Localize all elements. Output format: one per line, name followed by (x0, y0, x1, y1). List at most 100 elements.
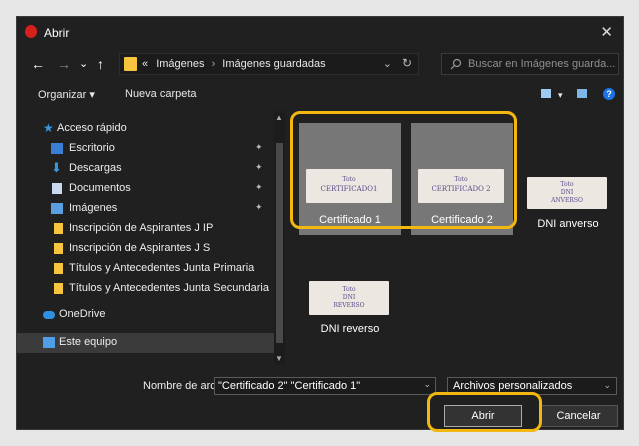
thumbnail-text: Toto (342, 286, 356, 293)
scroll-thumb[interactable] (276, 143, 283, 343)
file-type-dropdown-icon[interactable]: ⌄ (603, 380, 611, 391)
sidebar-item-pictures[interactable]: Imágenes ✦ (17, 199, 282, 219)
opera-app-icon (25, 25, 37, 38)
address-bar[interactable]: « Imágenes › Imágenes guardadas ⌄ ↻ (119, 53, 419, 75)
thumbnail-text: Toto (560, 181, 574, 188)
thumbnail-text: Toto (342, 176, 356, 183)
thumbnail-text: DNI (342, 294, 356, 301)
sidebar-item-quick-access[interactable]: ★ Acceso rápido (17, 119, 282, 139)
file-item-certificado-2[interactable]: Toto CERTIFICADO 2 Certificado 2 (411, 123, 513, 235)
document-icon (52, 183, 62, 194)
folder-icon (54, 223, 63, 234)
thumbnail-text: CERTIFICADO1 (320, 185, 378, 193)
pin-icon: ✦ (255, 182, 263, 192)
dialog-title: Abrir (44, 26, 70, 40)
sidebar-item-this-pc[interactable]: Este equipo (17, 333, 282, 353)
desktop-icon (51, 143, 63, 154)
file-type-value: Archivos personalizados (453, 380, 573, 392)
sidebar-item-folder[interactable]: Títulos y Antecedentes Junta Secundaria (17, 279, 282, 299)
navigation-pane: ★ Acceso rápido Escritorio ✦ ⬇ Descargas… (17, 111, 287, 365)
sidebar-item-label: Inscripción de Aspirantes J IP (69, 222, 214, 234)
search-icon (450, 58, 462, 70)
file-type-select[interactable]: Archivos personalizados ⌄ (447, 377, 617, 395)
file-view: Toto CERTIFICADO1 Certificado 1 Toto CER… (289, 111, 623, 365)
filename-field[interactable]: ⌄ (214, 377, 436, 395)
sidebar-item-label: Descargas (69, 162, 122, 174)
star-icon: ★ (43, 121, 54, 135)
file-item-dni-anverso[interactable]: Toto DNI ANVERSO DNI anverso (517, 121, 619, 233)
computer-icon (43, 337, 55, 348)
close-icon[interactable]: ✕ (600, 23, 613, 41)
folder-icon (124, 57, 137, 71)
navigation-scrollbar[interactable]: ▲ ▼ (274, 111, 285, 365)
sidebar-item-documents[interactable]: Documentos ✦ (17, 179, 282, 199)
refresh-icon[interactable]: ↻ (402, 56, 412, 70)
sidebar-item-label: Títulos y Antecedentes Junta Secundaria (69, 282, 269, 294)
breadcrumb: « Imágenes › Imágenes guardadas (142, 58, 326, 70)
thumbnail-text: REVERSO (333, 302, 365, 309)
thumbnail-text: CERTIFICADO 2 (431, 185, 491, 193)
thumbnail-text: Toto (454, 176, 468, 183)
file-name: DNI reverso (320, 323, 380, 335)
forward-arrow-icon[interactable]: → (57, 47, 71, 81)
dialog-footer: Nombre de archivo: ⌄ Archivos personaliz… (17, 365, 623, 429)
folder-icon (54, 283, 63, 294)
back-arrow-icon[interactable]: ← (31, 47, 45, 81)
new-folder-button[interactable]: Nueva carpeta (125, 88, 197, 100)
up-arrow-icon[interactable]: ↑ (97, 47, 104, 81)
file-item-certificado-1[interactable]: Toto CERTIFICADO1 Certificado 1 (299, 123, 401, 235)
sidebar-item-label: Escritorio (69, 142, 115, 154)
image-thumbnail: Toto CERTIFICADO 2 (418, 169, 504, 203)
sidebar-item-downloads[interactable]: ⬇ Descargas ✦ (17, 159, 282, 179)
preview-pane-icon[interactable] (577, 89, 587, 98)
sidebar-item-desktop[interactable]: Escritorio ✦ (17, 139, 282, 159)
view-mode-icon[interactable] (541, 89, 551, 98)
title-bar: Abrir ✕ (17, 17, 623, 47)
search-input[interactable] (468, 56, 616, 72)
thumbnail-text: ANVERSO (551, 197, 583, 204)
download-icon: ⬇ (51, 160, 62, 175)
sidebar-item-label: Este equipo (59, 336, 118, 348)
sidebar-item-label: Imágenes (69, 202, 118, 214)
thumbnail-text: DNI (560, 189, 574, 196)
scroll-up-icon[interactable]: ▲ (275, 113, 283, 122)
pin-icon: ✦ (255, 142, 263, 152)
sidebar-item-label: OneDrive (59, 308, 106, 320)
address-row: ← → ⌄ ↑ « Imágenes › Imágenes guardadas … (17, 47, 623, 81)
image-thumbnail: Toto CERTIFICADO1 (306, 169, 392, 203)
scroll-down-icon[interactable]: ▼ (275, 354, 283, 363)
file-name: Certificado 2 (431, 214, 493, 226)
cloud-icon (43, 311, 55, 319)
file-item-dni-reverso[interactable]: Toto DNI REVERSO DNI reverso (299, 233, 401, 345)
pin-icon: ✦ (255, 162, 263, 172)
image-thumbnail: Toto DNI REVERSO (309, 281, 389, 315)
view-dropdown-icon[interactable]: ▾ (558, 90, 563, 101)
organize-menu-button[interactable]: Organizar ▾ (38, 88, 95, 101)
breadcrumb-separator: › (211, 58, 216, 70)
folder-icon (54, 263, 63, 274)
breadcrumb-imagenes-guardadas[interactable]: Imágenes guardadas (222, 58, 325, 70)
open-file-dialog: Abrir ✕ ← → ⌄ ↑ « Imágenes › Imágenes gu… (16, 16, 624, 430)
sidebar-item-label: Inscripción de Aspirantes J S (69, 242, 211, 254)
breadcrumb-overflow[interactable]: « (142, 58, 148, 70)
filename-dropdown-icon[interactable]: ⌄ (423, 379, 431, 390)
pin-icon: ✦ (255, 202, 263, 212)
sidebar-item-onedrive[interactable]: OneDrive (17, 305, 282, 325)
address-dropdown-icon[interactable]: ⌄ (383, 57, 392, 70)
open-button[interactable]: Abrir (444, 405, 522, 427)
sidebar-item-folder[interactable]: Inscripción de Aspirantes J S (17, 239, 282, 259)
pictures-icon (51, 203, 63, 214)
sidebar-item-label: Documentos (69, 182, 131, 194)
file-name: Certificado 1 (319, 214, 381, 226)
sidebar-item-label: Títulos y Antecedentes Junta Primaria (69, 262, 255, 274)
help-icon[interactable]: ? (603, 88, 615, 100)
cancel-button[interactable]: Cancelar (539, 405, 618, 427)
search-box[interactable] (441, 53, 619, 75)
sidebar-item-folder[interactable]: Inscripción de Aspirantes J IP (17, 219, 282, 239)
sidebar-item-folder[interactable]: Títulos y Antecedentes Junta Primaria (17, 259, 282, 279)
breadcrumb-imagenes[interactable]: Imágenes (156, 58, 204, 70)
filename-input[interactable] (218, 379, 408, 393)
recent-locations-chevron-icon[interactable]: ⌄ (79, 47, 88, 81)
image-thumbnail: Toto DNI ANVERSO (527, 177, 607, 209)
folder-icon (54, 243, 63, 254)
